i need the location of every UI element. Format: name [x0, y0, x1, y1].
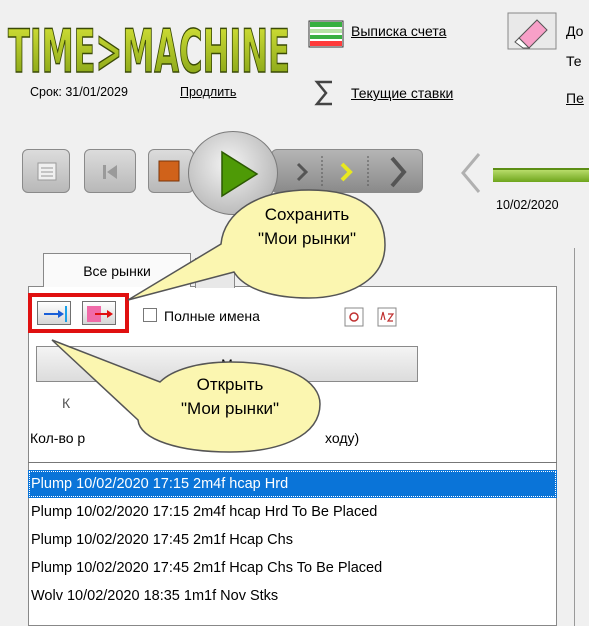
callout-open-bubble — [51, 339, 321, 453]
callout-open-line2: "Мои рынки" — [180, 399, 280, 418]
callout-open-line1: Открыть — [196, 375, 264, 394]
callout-open-text: Открыть "Мои рынки" — [145, 373, 315, 421]
